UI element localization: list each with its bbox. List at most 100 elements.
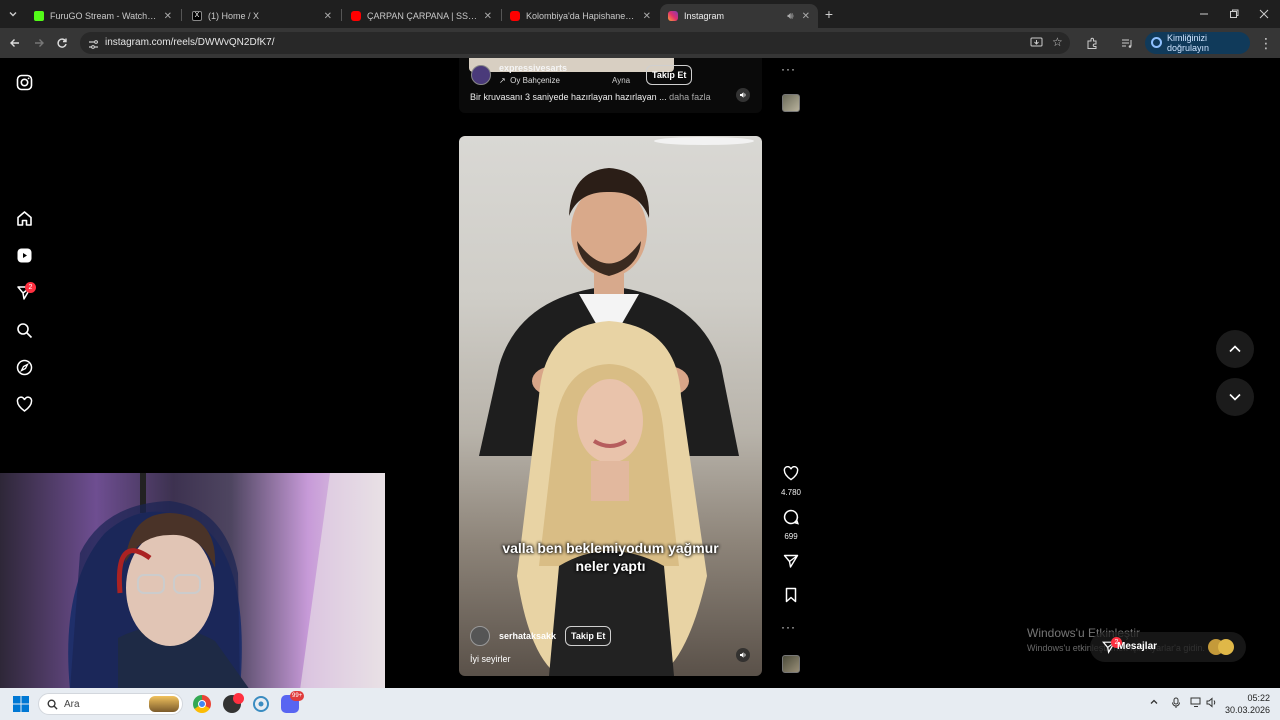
comment-count: 699	[784, 532, 798, 541]
taskbar-search-input[interactable]: Ara	[38, 693, 183, 715]
audio-track-label: Oy Bahçenize	[510, 76, 560, 85]
extensions-icon[interactable]	[1083, 34, 1101, 52]
audio-track-2: Ayna	[612, 76, 631, 85]
audio-arrow-icon: ↗	[499, 76, 511, 85]
windows-taskbar: Ara 99+ 05:22 30.03.2026	[0, 688, 1280, 720]
network-icon[interactable]	[1190, 697, 1202, 710]
heart-notifications-icon[interactable]	[14, 394, 34, 414]
media-control-icon[interactable]	[1118, 34, 1136, 52]
browser-toolbar: instagram.com/reels/DWWvQN2DfK7/ ☆ Kimli…	[0, 28, 1280, 58]
chevron-down-icon	[1229, 393, 1241, 401]
tab-search-chevron-icon[interactable]	[4, 5, 22, 23]
main-reel-video[interactable]: valla ben beklemiyodum yağmur neler yapt…	[459, 136, 762, 676]
comment-bubble-icon	[783, 509, 799, 525]
more-link[interactable]: daha fazla	[669, 92, 711, 102]
back-button[interactable]	[6, 34, 24, 52]
reel-caption-text: Bir kruvasanı 3 saniyede hazırlayan hazı…	[470, 92, 667, 102]
close-tab-icon[interactable]: ✕	[802, 11, 810, 22]
share-action[interactable]	[780, 553, 802, 574]
app-icon[interactable]	[223, 693, 244, 713]
search-icon[interactable]	[14, 320, 34, 340]
tab-furugo[interactable]: FuruGO Stream - Watch Live on ✕	[26, 4, 180, 28]
tab-instagram[interactable]: Instagram 🔊︎ ✕	[660, 4, 818, 28]
avatar[interactable]	[470, 626, 490, 646]
taskbar-clock[interactable]: 05:22 30.03.2026	[1222, 692, 1270, 716]
restore-window-button[interactable]	[1225, 5, 1243, 23]
minimize-window-button[interactable]	[1195, 5, 1213, 23]
site-info-icon[interactable]	[88, 37, 99, 55]
speaker-icon	[740, 652, 746, 658]
search-highlight-icon	[149, 696, 179, 712]
chrome-app-icon[interactable]	[193, 695, 211, 713]
bookmark-star-icon[interactable]: ☆	[1052, 35, 1063, 49]
audio-track[interactable]: ↗ Oy Bahçenize	[499, 76, 560, 85]
network-app-icon[interactable]	[252, 695, 270, 713]
reel-username[interactable]: serhataksakk	[499, 631, 556, 641]
tab-kolombiya[interactable]: Kolombiya'da Hapishane Baskın ✕	[502, 4, 659, 28]
shield-icon	[1151, 37, 1162, 48]
like-count: 4.780	[780, 488, 802, 497]
reel-caption: Bir kruvasanı 3 saniyede hazırlayan hazı…	[470, 92, 711, 102]
comment-action[interactable]: 699	[780, 509, 802, 541]
save-action[interactable]	[780, 587, 802, 608]
previous-reel[interactable]: expressivesarts ↗ Oy Bahçenize Ayna Taki…	[459, 58, 762, 113]
reel-more-options-icon[interactable]: ···	[781, 620, 796, 634]
forward-button[interactable]	[30, 34, 48, 52]
like-action[interactable]: 4.780	[780, 465, 802, 497]
notification-badge: 2	[25, 282, 36, 293]
tab-title: Instagram	[684, 11, 725, 21]
discord-badge: 99+	[290, 691, 305, 701]
close-tab-icon[interactable]: ✕	[484, 11, 492, 22]
install-app-icon[interactable]	[1030, 36, 1043, 54]
tab-title: FuruGO Stream - Watch Live on	[50, 11, 158, 21]
verify-identity-button[interactable]: Kimliğinizi doğrulayın	[1145, 32, 1250, 54]
tab-carpan-carpana[interactable]: ÇARPAN ÇARPANA | SSriders | E ✕	[343, 4, 500, 28]
follow-button[interactable]: Takip Et	[565, 626, 612, 646]
new-tab-button[interactable]: +	[820, 5, 838, 23]
sound-toggle-button[interactable]	[736, 88, 750, 102]
windows-start-icon[interactable]	[13, 696, 29, 717]
volume-icon[interactable]	[1206, 697, 1218, 710]
reel-caption: İyi seyirler	[470, 654, 511, 664]
verify-label: Kimliğinizi doğrulayın	[1167, 33, 1210, 53]
tray-expand-icon[interactable]	[1149, 697, 1159, 709]
tab-x-home[interactable]: X (1) Home / X ✕	[184, 4, 340, 28]
search-icon	[47, 699, 58, 710]
x-favicon-icon: X	[192, 11, 202, 21]
microphone-icon[interactable]	[1171, 697, 1181, 711]
previous-reel-button[interactable]	[1216, 330, 1254, 368]
close-tab-icon[interactable]: ✕	[164, 11, 172, 22]
address-bar[interactable]: instagram.com/reels/DWWvQN2DfK7/ ☆	[80, 32, 1070, 54]
reels-icon[interactable]	[14, 245, 34, 265]
next-reel-button[interactable]	[1216, 378, 1254, 416]
url-text: instagram.com/reels/DWWvQN2DfK7/	[105, 37, 275, 48]
previous-audio-thumbnail[interactable]	[782, 94, 800, 112]
tab-audio-icon[interactable]: 🔊︎	[787, 11, 793, 22]
search-placeholder: Ara	[64, 699, 80, 710]
youtube-favicon-icon	[351, 11, 361, 21]
explore-compass-icon[interactable]	[14, 357, 34, 377]
follow-button[interactable]: Takip Et	[646, 65, 693, 85]
reload-button[interactable]	[53, 34, 71, 52]
home-icon[interactable]	[14, 208, 34, 228]
clock-time: 05:22	[1247, 693, 1270, 703]
like-heart-icon	[783, 465, 799, 481]
tab-title: ÇARPAN ÇARPANA | SSriders | E	[367, 11, 478, 21]
reel-video-frame	[479, 137, 754, 676]
close-tab-icon[interactable]: ✕	[643, 11, 651, 22]
discord-app-icon[interactable]: 99+	[281, 691, 305, 713]
browser-menu-icon[interactable]: ⋮	[1257, 34, 1275, 52]
instagram-logo-icon[interactable]	[14, 72, 34, 92]
avatar[interactable]	[471, 65, 491, 85]
youtube-favicon-icon	[510, 11, 520, 21]
instagram-page: 2 expressivesarts ↗ Oy Bahçenize Ayna Ta…	[0, 58, 1280, 688]
close-tab-icon[interactable]: ✕	[324, 11, 332, 22]
sound-toggle-button[interactable]	[736, 648, 750, 662]
browser-tab-bar: FuruGO Stream - Watch Live on ✕ X (1) Ho…	[0, 0, 1280, 28]
previous-reel-more-icon[interactable]: ···	[781, 62, 796, 76]
messages-pill[interactable]: 2 Mesajlar	[1090, 632, 1246, 662]
close-window-button[interactable]	[1255, 5, 1273, 23]
clock-date: 30.03.2026	[1224, 705, 1270, 715]
reel-username[interactable]: expressivesarts	[499, 63, 567, 73]
audio-thumbnail[interactable]	[782, 655, 800, 673]
